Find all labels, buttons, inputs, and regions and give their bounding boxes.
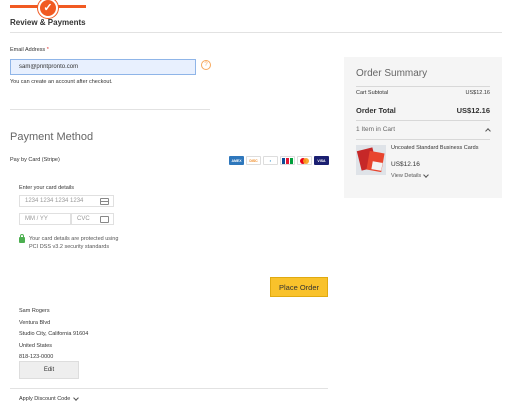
- credit-card-icon: [100, 198, 109, 205]
- lock-icon: [19, 234, 25, 243]
- order-total-label: Order Total: [356, 106, 396, 115]
- cvc-card-icon: [100, 216, 109, 223]
- discover-card-icon: DISC: [246, 156, 261, 165]
- mastercard-card-icon: [297, 156, 312, 165]
- amex-card-icon: AMEX: [229, 156, 244, 165]
- product-thumbnail: [356, 145, 386, 175]
- diners-club-card-icon: ◐: [263, 156, 278, 165]
- security-note: Your card details are protected using PC…: [19, 234, 129, 251]
- cvc-placeholder: CVC: [77, 216, 90, 222]
- edit-address-button[interactable]: Edit: [19, 361, 79, 379]
- expiry-placeholder: MM / YY: [25, 216, 48, 222]
- view-details-label: View Details: [391, 173, 422, 179]
- divider: [356, 86, 490, 87]
- address-street: Ventura Blvd: [19, 319, 51, 326]
- checkout-progress: ✓: [10, 0, 86, 18]
- items-in-cart-label: 1 Item in Cart: [356, 126, 396, 133]
- order-total-value: US$12.16: [456, 106, 490, 115]
- subtotal-value: US$12.16: [465, 90, 490, 96]
- product-name: Uncoated Standard Business Cards: [391, 145, 479, 151]
- email-field[interactable]: [10, 59, 196, 75]
- step-title: Review & Payments: [10, 18, 86, 27]
- address-city: Studio City, California 91604: [19, 331, 89, 337]
- items-in-cart-toggle[interactable]: 1 Item in Cart: [356, 126, 491, 134]
- discount-label: Apply Discount Code: [19, 396, 71, 402]
- order-total-row: Order Total US$12.16: [356, 106, 490, 115]
- checkmark-icon: ✓: [43, 1, 53, 14]
- jcb-card-icon: [280, 156, 295, 165]
- security-note-text: Your card details are protected using PC…: [29, 236, 119, 250]
- card-brands: AMEX DISC ◐ VISA: [229, 156, 329, 165]
- chevron-up-icon: [485, 127, 491, 134]
- card-number-input[interactable]: 1234 1234 1234 1234: [19, 195, 114, 207]
- payment-method-label: Pay by Card (Stripe): [10, 157, 60, 163]
- payment-method-title: Payment Method: [10, 131, 94, 143]
- question-mark-icon[interactable]: ?: [201, 60, 211, 70]
- product-price: US$12.16: [391, 161, 420, 168]
- chevron-down-icon: [73, 395, 80, 401]
- divider: [356, 120, 490, 121]
- divider: [10, 388, 328, 389]
- step-complete-icon: ✓: [38, 0, 58, 18]
- address-country: United States: [19, 342, 53, 349]
- chevron-down-icon: [423, 172, 430, 178]
- card-details-label: Enter your card details: [19, 185, 75, 191]
- card-number-placeholder: 1234 1234 1234 1234: [25, 198, 84, 204]
- required-mark: *: [46, 47, 49, 53]
- divider: [356, 139, 490, 140]
- order-summary-title: Order Summary: [356, 68, 428, 79]
- email-label: Email Address *: [10, 47, 49, 53]
- subtotal-row: Cart Subtotal US$12.16: [356, 90, 490, 96]
- email-label-text: Email Address: [10, 47, 46, 53]
- visa-card-icon: VISA: [314, 156, 329, 165]
- divider: [10, 32, 502, 33]
- email-note: You can create an account after checkout…: [10, 79, 113, 85]
- divider: [10, 109, 210, 110]
- billing-address: Sam Rogers Ventura Blvd Studio City, Cal…: [19, 306, 88, 364]
- place-order-button[interactable]: Place Order: [270, 277, 328, 297]
- card-cvc-input[interactable]: CVC: [71, 213, 114, 225]
- order-summary: Order Summary Cart Subtotal US$12.16 Ord…: [344, 57, 502, 198]
- card-expiry-input[interactable]: MM / YY: [19, 213, 71, 225]
- view-details-toggle[interactable]: View Details: [391, 172, 430, 179]
- address-name: Sam Rogers: [19, 308, 50, 314]
- apply-discount-toggle[interactable]: Apply Discount Code: [19, 395, 80, 402]
- subtotal-label: Cart Subtotal: [356, 90, 389, 96]
